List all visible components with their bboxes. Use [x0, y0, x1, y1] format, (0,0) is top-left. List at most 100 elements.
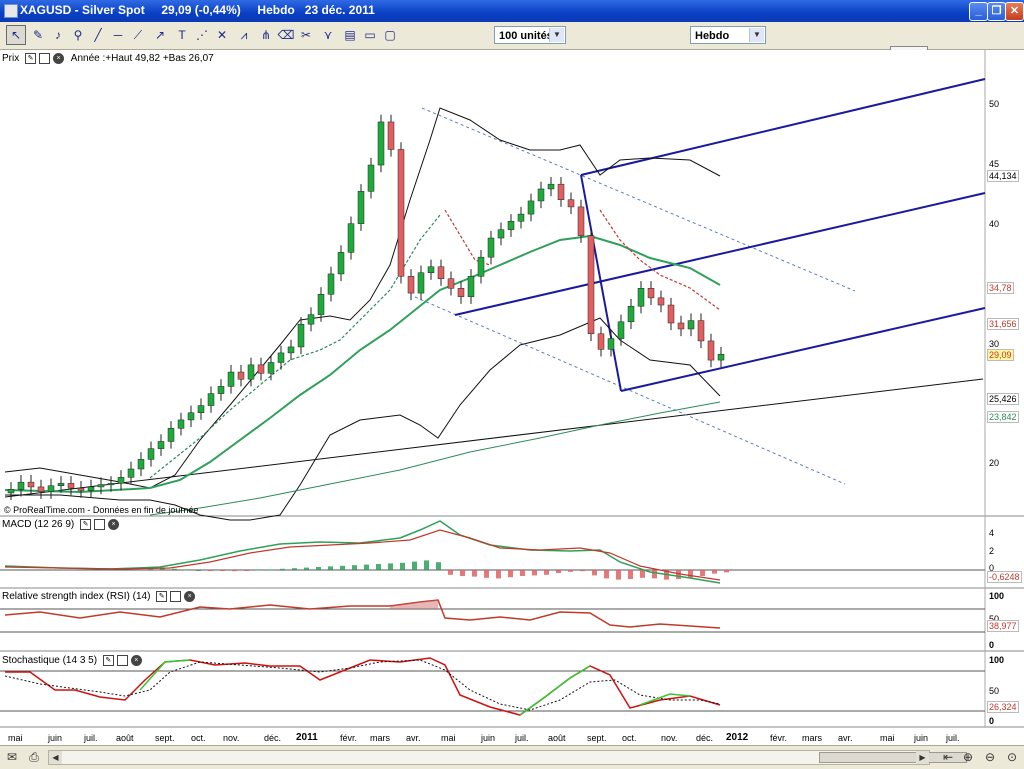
macd-bar — [520, 570, 525, 576]
candle-body — [337, 252, 345, 275]
wrench-icon[interactable]: ✎ — [80, 519, 92, 530]
x-tick: août — [116, 733, 134, 743]
macd-bar — [388, 563, 393, 570]
value-label-ma50: 23,842 — [987, 411, 1019, 423]
candle-body — [577, 206, 585, 236]
candle-body — [567, 199, 575, 208]
macd-bar — [436, 562, 441, 570]
x-tick: juin — [48, 733, 63, 743]
print-icon[interactable]: ⎙ — [26, 749, 42, 765]
close-icon[interactable]: × — [53, 53, 65, 64]
rsi-y-tick: 0 — [989, 640, 995, 650]
candle-body — [97, 484, 105, 488]
candle-body — [657, 297, 665, 306]
scroll-left-icon[interactable]: ◀ — [49, 751, 62, 764]
candle-body — [277, 352, 285, 363]
macd-bar — [544, 570, 549, 575]
panel-title: MACD (12 26 9) — [2, 519, 75, 531]
scroll-end-icon[interactable]: ⇤ — [940, 749, 956, 765]
window-icon[interactable] — [94, 519, 106, 530]
zoom-out-icon[interactable]: ⊖ — [982, 749, 998, 765]
time-scrollbar[interactable]: ◀ ▶ — [48, 750, 967, 765]
candle-body — [7, 489, 15, 494]
candle-body — [687, 320, 695, 330]
macd-bar — [280, 568, 285, 570]
candle-body — [637, 288, 645, 307]
macd-bar — [172, 568, 177, 570]
wrench-icon[interactable]: ✎ — [102, 655, 114, 666]
candle-body — [107, 483, 115, 486]
candle-body — [677, 322, 685, 330]
x-tick: nov. — [661, 733, 678, 743]
x-tick: mai — [441, 733, 456, 743]
candle-body — [67, 483, 75, 489]
wrench-icon[interactable]: ✎ — [156, 591, 168, 602]
x-tick: juil. — [946, 733, 960, 743]
candle-body — [347, 223, 355, 253]
zoom-reset-icon[interactable]: ⊙ — [1004, 749, 1020, 765]
macd-bar — [256, 569, 261, 571]
macd-bar — [712, 570, 717, 574]
candle-body — [257, 364, 265, 374]
macd-signal — [4, 529, 721, 581]
macd-bar — [700, 570, 705, 576]
macd-bar — [208, 570, 213, 571]
macd-bar — [412, 561, 417, 570]
x-tick: sept. — [155, 733, 175, 743]
candle-body — [367, 164, 375, 192]
x-tick: déc. — [264, 733, 282, 743]
chart-area[interactable] — [0, 0, 1024, 768]
y-tick: 50 — [989, 99, 1000, 109]
candle-body — [267, 362, 275, 374]
macd-bar — [196, 570, 201, 571]
macd-bar — [556, 570, 561, 573]
candle-body — [587, 235, 595, 335]
scroll-right-icon[interactable]: ▶ — [916, 751, 929, 764]
candle-body — [207, 393, 215, 406]
macd-bar — [232, 570, 237, 572]
mail-icon[interactable]: ✉ — [4, 749, 20, 765]
macd-bar — [304, 567, 309, 570]
candle-body — [697, 320, 705, 342]
x-tick: juin — [914, 733, 929, 743]
x-tick: avr. — [406, 733, 421, 743]
x-tick: mars — [370, 733, 390, 743]
macd-bar — [580, 570, 585, 572]
candle-body — [387, 121, 395, 150]
close-icon[interactable]: × — [130, 655, 142, 666]
close-icon[interactable]: × — [108, 519, 120, 530]
macd-y-tick: 2 — [989, 546, 995, 556]
candle-body — [617, 321, 625, 339]
macd-bar — [724, 570, 729, 573]
x-tick: oct. — [622, 733, 637, 743]
candle-body — [57, 483, 65, 486]
macd-bar — [184, 569, 189, 571]
x-tick-year: 2012 — [726, 732, 749, 743]
x-tick: mai — [8, 733, 23, 743]
stoch-k-rising — [519, 665, 591, 716]
close-icon[interactable]: × — [184, 591, 196, 602]
window-icon[interactable] — [170, 591, 182, 602]
price-panel-frame — [0, 50, 985, 515]
rsi-panel-header: Relative strength index (RSI) (14) ✎ × — [2, 591, 196, 605]
x-tick-year: 2011 — [296, 732, 318, 743]
macd-bar — [340, 565, 345, 570]
candle-body — [287, 346, 295, 354]
macd-bar — [532, 570, 537, 576]
x-tick: oct. — [191, 733, 206, 743]
candle-body — [607, 338, 615, 350]
candle-body — [157, 441, 165, 449]
zoom-in-icon[interactable]: ⊕ — [960, 749, 976, 765]
stoch-panel-header: Stochastique (14 3 5) ✎ × — [2, 655, 142, 669]
candle-body — [537, 188, 545, 202]
candle-body — [557, 183, 565, 200]
macd-value: -0,6248 — [987, 571, 1022, 583]
candle-body — [407, 276, 415, 294]
x-tick: juil. — [515, 733, 529, 743]
window-icon[interactable] — [116, 655, 128, 666]
candle-body — [597, 333, 605, 350]
wrench-icon[interactable]: ✎ — [25, 53, 37, 64]
y-tick: 20 — [989, 458, 1000, 468]
window-icon[interactable] — [39, 53, 51, 64]
x-tick: août — [548, 733, 566, 743]
